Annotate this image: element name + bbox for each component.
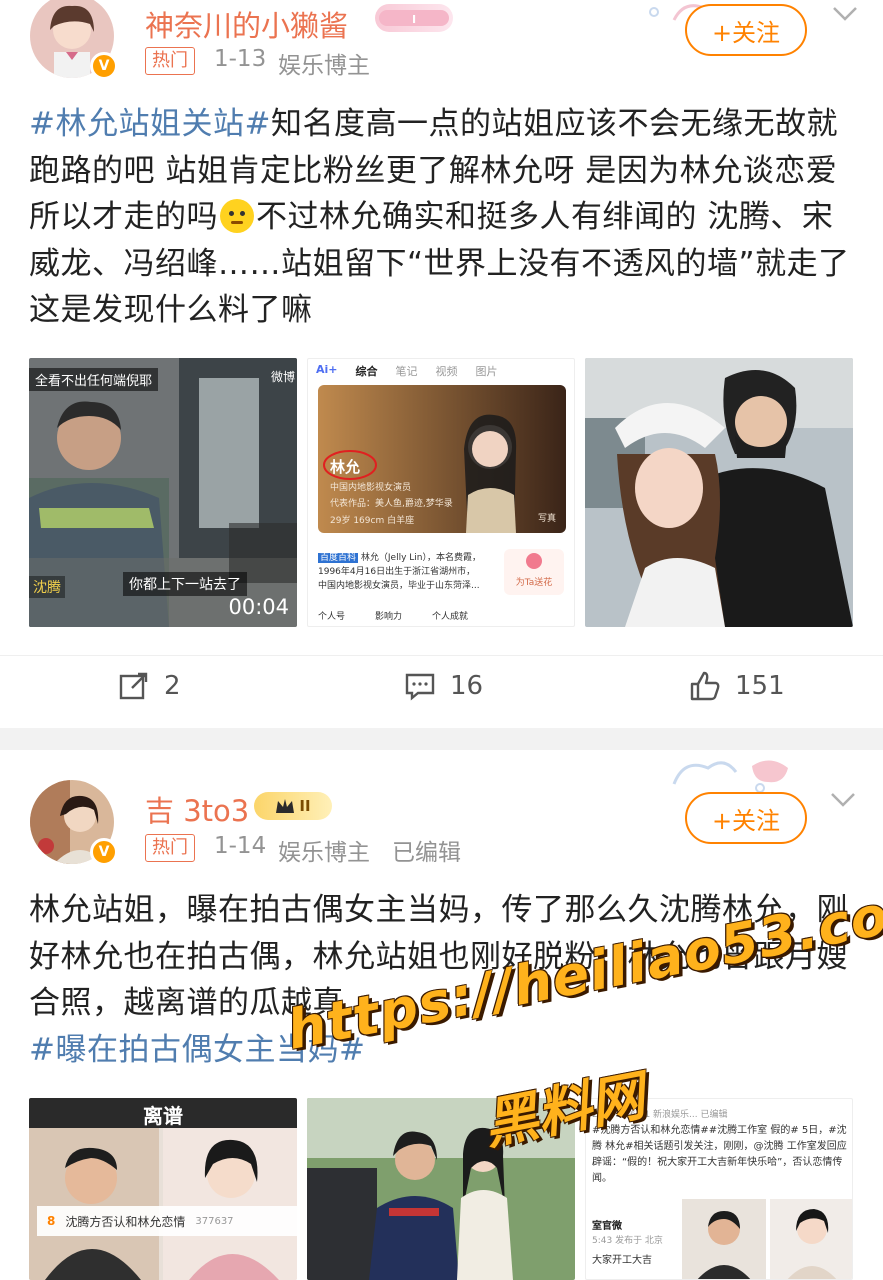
person-name: 林允 (330, 458, 361, 476)
thumbs-up-icon (690, 671, 720, 701)
follow-button[interactable]: +关注 (685, 4, 807, 56)
like-count: 151 (735, 671, 785, 701)
news-account: 室官微 (592, 1221, 622, 1232)
like-button[interactable]: 151 (689, 656, 785, 716)
comment-button[interactable]: 16 (404, 656, 483, 716)
trending-count: 377637 (195, 1215, 234, 1227)
video-subtitle: 你都上下一站去了 (123, 572, 247, 596)
chevron-down-icon[interactable] (832, 6, 858, 22)
post-divider (0, 728, 883, 750)
user-role: 娱乐博主 (278, 840, 370, 866)
action-bar: 2 16 151 (0, 655, 883, 715)
chevron-down-icon[interactable] (830, 792, 856, 808)
hot-tag: 热门 (145, 834, 195, 862)
tab-personal: 个人号 (318, 612, 346, 622)
news-video-image[interactable]: 离谱 8 沈腾方否认和林允恋情 377637 (29, 1098, 297, 1280)
post-date: 1-14 (214, 833, 267, 859)
baike-summary: 百度百科 林允（Jelly Lin），本名费霞， 1996年4月16日出生于浙江… (318, 551, 498, 593)
news-time: 5:43 发布于 北京 (592, 1236, 663, 1246)
tab-all: 综合 (355, 365, 378, 378)
hot-tag: 热门 (145, 47, 195, 75)
flower-card: 为Ta送花 (504, 549, 564, 595)
verified-badge-icon: V (90, 838, 118, 866)
search-tabs: Ai+ 综合 笔记 视频 图片 (316, 363, 498, 379)
edited-label: 已编辑 (392, 840, 461, 866)
tab-influence: 影响力 (375, 612, 403, 622)
news-text: #沈腾方否认和林允恋情##沈腾工作室 假的# 5日，#沈腾 林允#相关话题引发关… (592, 1125, 847, 1184)
comment-count: 16 (450, 671, 484, 701)
trending-caption: 8 沈腾方否认和林允恋情 377637 (37, 1206, 297, 1236)
flower-label: 为Ta送花 (515, 578, 553, 588)
member-level-badge-icon: I (375, 4, 453, 32)
person-works: 代表作品：美人鱼,爵迹,梦华录 (330, 499, 453, 509)
weibo-post: V 神奈川的小獭酱 I 热门 1-13 娱乐博主 +关注 #林允站姐关站#知名度… (0, 0, 883, 728)
verified-badge-icon: V (90, 52, 118, 80)
repost-count: 2 (164, 671, 181, 701)
flower-icon (526, 553, 542, 569)
tab-notes: 笔记 (395, 365, 418, 378)
person-subtitle: 中国内地影视女演员 (330, 483, 412, 493)
tab-video: 视频 (435, 365, 458, 378)
search-result-screenshot[interactable]: Ai+ 综合 笔记 视频 图片 林允 中国内地影视女演员 代表作品：美人鱼,爵迹… (307, 358, 575, 627)
member-level-badge: II (254, 792, 332, 820)
repost-icon (119, 672, 148, 700)
video-side-text: 沈腾 (29, 576, 65, 598)
comment-icon (405, 673, 435, 701)
crown-icon (276, 799, 295, 813)
baike-text: 林允（Jelly Lin），本名费霞， (360, 553, 481, 563)
bottom-tabs: 个人号 影响力 个人成就 (318, 609, 468, 622)
tab-achievement: 个人成就 (432, 612, 469, 622)
tab-images: 图片 (475, 365, 498, 378)
topic-link[interactable]: #林允站姐关站# (29, 106, 271, 142)
profile-card: 林允 中国内地影视女演员 代表作品：美人鱼,爵迹,梦华录 29岁 169cm 白… (318, 385, 566, 533)
thinking-emoji-icon (220, 199, 254, 233)
svg-text:I: I (412, 13, 416, 26)
user-role: 娱乐博主 (278, 53, 370, 79)
post-content: #林允站姐关站#知名度高一点的站姐应该不会无缘无故就跑路的吧 站姐肯定比粉丝更了… (29, 101, 859, 334)
trending-title: 沈腾方否认和林允恋情 (65, 1214, 186, 1229)
news-photos (682, 1199, 852, 1279)
baike-text: 中国内地影视女演员，毕业于山东菏泽... (318, 581, 480, 591)
username[interactable]: 吉 3to3 (145, 788, 249, 830)
image-title: 离谱 (143, 1104, 183, 1128)
post-date: 1-13 (214, 46, 267, 72)
member-level: II (299, 797, 311, 815)
news-image-caption: 大家开工大吉 (592, 1255, 652, 1266)
username[interactable]: 神奈川的小獭酱 (145, 3, 348, 45)
follow-button[interactable]: +关注 (685, 792, 807, 844)
video-overlay-text: 全看不出任何端倪耶 (29, 368, 159, 391)
weibo-watermark: 微博 (270, 370, 295, 384)
trending-rank: 8 (47, 1214, 56, 1228)
baike-label: 百度百科 (318, 553, 359, 563)
repost-button[interactable]: 2 (118, 656, 181, 716)
video-thumbnail[interactable]: 全看不出任何端倪耶 微博 沈腾 你都上下一站去了 00:04 (29, 358, 297, 627)
video-duration: 00:04 (228, 595, 289, 619)
tab-ai: Ai+ (316, 363, 338, 376)
person-stats: 29岁 169cm 白羊座 (330, 516, 415, 526)
selfie-image[interactable] (585, 358, 853, 627)
photo-label: 写真 (537, 514, 556, 524)
baike-text: 1996年4月16日出生于浙江省湖州市， (318, 567, 476, 577)
